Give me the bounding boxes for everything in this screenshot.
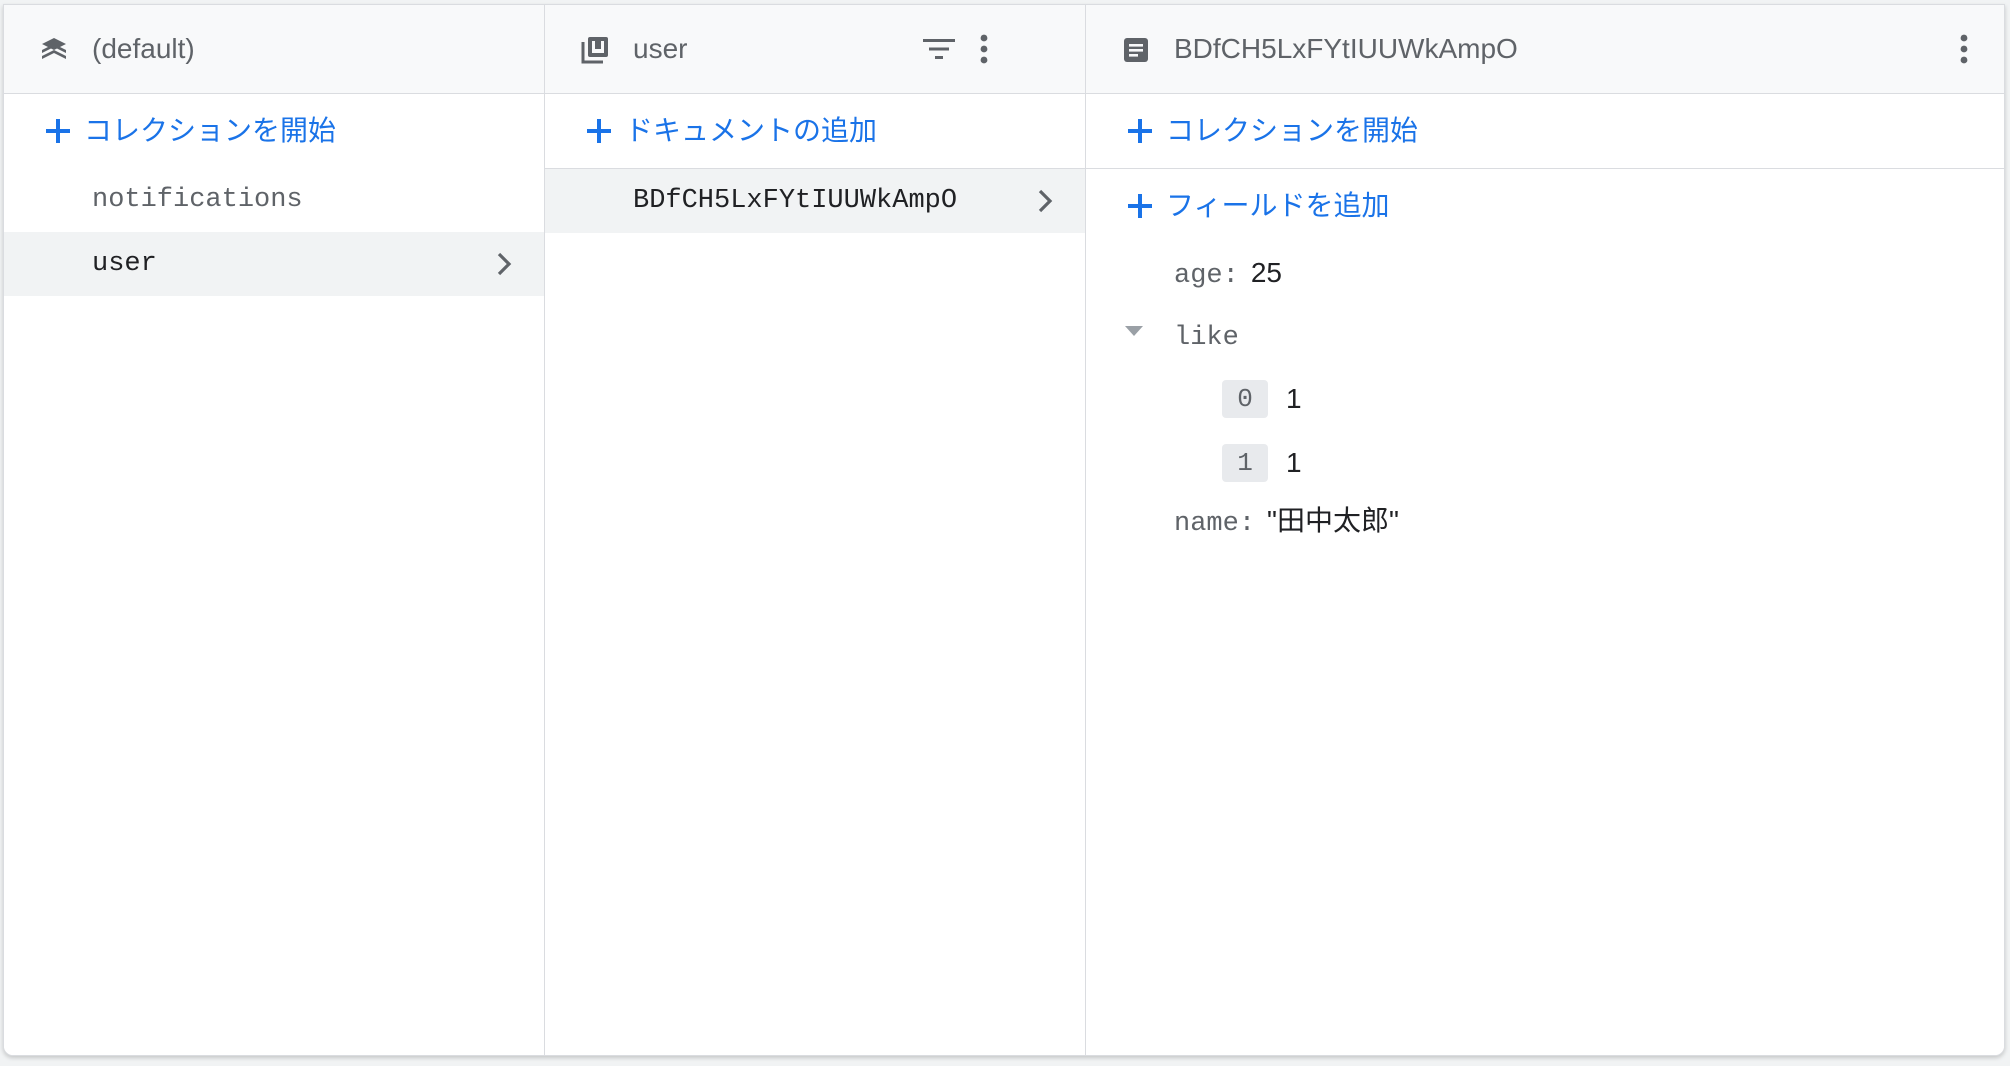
array-item[interactable]: 11 bbox=[1222, 439, 1302, 485]
firestore-data-viewer: (default) コレクションを開始 notifications user u… bbox=[3, 4, 2005, 1056]
field-value: "田中太郎" bbox=[1267, 505, 1399, 536]
collection-item-notifications[interactable]: notifications bbox=[4, 168, 544, 232]
collection-panel-header: user bbox=[545, 5, 1085, 94]
field-value: 25 bbox=[1250, 257, 1282, 288]
plus-icon bbox=[587, 119, 611, 143]
more-vert-icon bbox=[1960, 34, 1968, 64]
array-index-badge: 0 bbox=[1222, 379, 1268, 418]
collection-more-button[interactable] bbox=[966, 31, 1002, 67]
collection-icon bbox=[581, 37, 608, 64]
collection-panel: user ドキュメントの追加 BDfCH5LxFYtIUUWkAmpO bbox=[545, 5, 1086, 1055]
add-document-button[interactable]: ドキュメントの追加 bbox=[545, 94, 1085, 169]
array-item[interactable]: 01 bbox=[1222, 375, 1302, 421]
add-document-label: ドキュメントの追加 bbox=[625, 115, 878, 146]
filter-button[interactable] bbox=[921, 31, 957, 67]
document-panel-header: BDfCH5LxFYtIUUWkAmpO bbox=[1086, 5, 2004, 94]
plus-icon bbox=[1128, 119, 1152, 143]
document-more-button[interactable] bbox=[1946, 31, 1982, 67]
document-panel: BDfCH5LxFYtIUUWkAmpO コレクションを開始 フィールドを追加 bbox=[1086, 5, 2004, 1055]
start-collection-label: コレクションを開始 bbox=[84, 115, 337, 146]
field-key: like bbox=[1174, 323, 1239, 353]
chevron-right-icon bbox=[1038, 189, 1053, 213]
more-vert-icon bbox=[980, 34, 988, 64]
field-age[interactable]: age: 25 bbox=[1174, 251, 1282, 298]
collection-name: user bbox=[92, 249, 157, 279]
field-like[interactable]: like bbox=[1174, 313, 1239, 360]
chevron-right-icon bbox=[497, 252, 512, 276]
add-field-button[interactable]: フィールドを追加 bbox=[1086, 169, 2004, 243]
document-id: BDfCH5LxFYtIUUWkAmpO bbox=[633, 186, 958, 216]
field-name[interactable]: name: "田中太郎" bbox=[1174, 499, 1399, 546]
array-value: 1 bbox=[1286, 446, 1302, 478]
collection-name: notifications bbox=[92, 185, 303, 215]
database-panel: (default) コレクションを開始 notifications user bbox=[4, 5, 545, 1055]
plus-icon bbox=[1128, 194, 1152, 218]
database-title: (default) bbox=[92, 33, 195, 64]
collection-item-user[interactable]: user bbox=[4, 232, 544, 296]
collapse-arrow-icon[interactable] bbox=[1124, 325, 1144, 337]
firestore-layers-icon bbox=[42, 38, 66, 59]
document-item[interactable]: BDfCH5LxFYtIUUWkAmpO bbox=[545, 169, 1085, 233]
collection-title: user bbox=[633, 33, 688, 64]
field-key: age: bbox=[1174, 261, 1239, 291]
array-value: 1 bbox=[1286, 382, 1302, 414]
start-collection-button[interactable]: コレクションを開始 bbox=[4, 94, 544, 168]
document-title: BDfCH5LxFYtIUUWkAmpO bbox=[1174, 33, 1518, 64]
filter-icon bbox=[923, 39, 955, 59]
start-subcollection-button[interactable]: コレクションを開始 bbox=[1086, 94, 2004, 169]
field-key: name: bbox=[1174, 509, 1256, 539]
document-icon bbox=[1124, 38, 1148, 62]
start-subcollection-label: コレクションを開始 bbox=[1166, 115, 1419, 146]
plus-icon bbox=[46, 119, 70, 143]
array-index-badge: 1 bbox=[1222, 443, 1268, 482]
database-panel-header: (default) bbox=[4, 5, 544, 94]
add-field-label: フィールドを追加 bbox=[1166, 190, 1390, 221]
